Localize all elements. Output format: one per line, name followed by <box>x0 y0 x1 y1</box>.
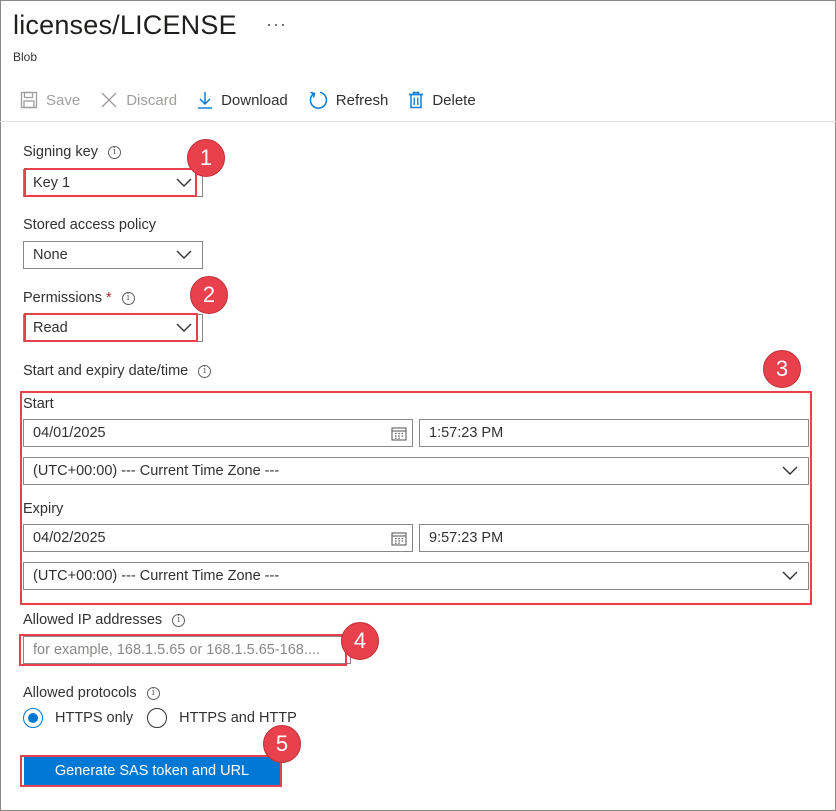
info-icon[interactable]: i <box>198 364 212 378</box>
expiry-date-value: 04/02/2025 <box>33 530 106 546</box>
chevron-down-icon <box>782 466 798 475</box>
callout-badge-2: 2 <box>190 276 228 314</box>
start-time-input[interactable]: 1:57:23 PM <box>419 419 809 447</box>
radio-https-only[interactable] <box>23 708 43 728</box>
info-icon[interactable]: i <box>121 291 135 305</box>
start-date-value: 04/01/2025 <box>33 425 106 441</box>
callout-badge-5: 5 <box>263 725 301 763</box>
calendar-icon[interactable] <box>391 531 407 546</box>
expiry-time-input[interactable]: 9:57:23 PM <box>419 524 809 552</box>
radio-https-only-label[interactable]: HTTPS only <box>55 710 133 726</box>
callout-badge-1: 1 <box>187 139 225 177</box>
info-icon[interactable]: i <box>146 686 160 700</box>
trash-icon <box>409 91 424 109</box>
start-time-value: 1:57:23 PM <box>429 425 504 441</box>
delete-label: Delete <box>432 91 476 109</box>
download-icon <box>198 92 213 109</box>
start-timezone-dropdown[interactable]: (UTC+00:00) --- Current Time Zone --- <box>23 457 809 485</box>
permissions-value: Read <box>33 320 68 336</box>
start-date-input[interactable]: 04/01/2025 <box>23 419 413 447</box>
signing-key-label: Signing key i <box>23 144 121 160</box>
allowed-ip-label-text: Allowed IP addresses <box>23 612 163 628</box>
callout-badge-3: 3 <box>763 350 801 388</box>
chevron-down-icon <box>176 323 192 332</box>
refresh-button[interactable]: Refresh <box>308 90 389 110</box>
discard-button[interactable]: Discard <box>100 91 177 109</box>
download-label: Download <box>221 91 288 109</box>
chevron-down-icon <box>782 571 798 580</box>
page-subtitle: Blob <box>13 50 38 64</box>
start-timezone-value: (UTC+00:00) --- Current Time Zone --- <box>33 463 280 479</box>
datetime-label: Start and expiry date/time i <box>23 363 212 379</box>
radio-https-and-http[interactable] <box>147 708 168 728</box>
refresh-label: Refresh <box>335 91 389 109</box>
stored-policy-label: Stored access policy <box>23 217 156 233</box>
signing-key-label-text: Signing key <box>23 144 98 160</box>
protocols-label: Allowed protocols i <box>23 685 160 701</box>
expiry-date-input[interactable]: 04/02/2025 <box>23 524 413 552</box>
toolbar: Save Discard Download Refresh Delete <box>20 86 496 114</box>
radio-selected-dot <box>28 713 38 723</box>
save-icon <box>20 91 38 109</box>
download-button[interactable]: Download <box>197 91 288 109</box>
permissions-label: Permissions * i <box>23 290 135 306</box>
discard-label: Discard <box>126 91 178 109</box>
delete-button[interactable]: Delete <box>408 91 476 109</box>
allowed-ip-label: Allowed IP addresses i <box>23 612 186 628</box>
save-label: Save <box>46 91 81 109</box>
permissions-label-text: Permissions <box>23 290 102 306</box>
radio-https-and-http-label[interactable]: HTTPS and HTTP <box>179 710 297 726</box>
expiry-time-value: 9:57:23 PM <box>429 530 504 546</box>
expiry-timezone-value: (UTC+00:00) --- Current Time Zone --- <box>33 568 280 584</box>
protocols-label-text: Allowed protocols <box>23 685 137 701</box>
close-icon <box>101 92 117 108</box>
info-icon[interactable]: i <box>107 145 121 159</box>
protocols-radio-group: HTTPS only HTTPS and HTTP <box>23 708 297 728</box>
save-button[interactable]: Save <box>20 91 80 109</box>
stored-policy-label-text: Stored access policy <box>23 217 156 233</box>
callout-badge-4: 4 <box>341 622 379 660</box>
refresh-icon <box>309 91 327 109</box>
required-marker: * <box>105 290 112 306</box>
page-title: licenses/LICENSE <box>13 10 237 40</box>
toolbar-divider <box>0 121 836 122</box>
signing-key-dropdown[interactable]: Key 1 <box>23 169 203 197</box>
expiry-label-text: Expiry <box>23 501 64 517</box>
more-options-button[interactable]: ··· <box>266 14 287 35</box>
stored-policy-dropdown[interactable]: None <box>23 241 203 269</box>
generate-sas-button[interactable]: Generate SAS token and URL <box>24 757 280 785</box>
stored-policy-value: None <box>33 247 68 263</box>
start-label-text: Start <box>23 396 54 412</box>
info-icon[interactable]: i <box>172 613 186 627</box>
allowed-ip-placeholder: for example, 168.1.5.65 or 168.1.5.65-16… <box>33 642 320 658</box>
start-label: Start <box>23 396 54 412</box>
allowed-ip-input[interactable]: for example, 168.1.5.65 or 168.1.5.65-16… <box>23 636 351 664</box>
datetime-label-text: Start and expiry date/time <box>23 363 189 379</box>
expiry-timezone-dropdown[interactable]: (UTC+00:00) --- Current Time Zone --- <box>23 562 809 590</box>
calendar-icon[interactable] <box>391 426 407 441</box>
chevron-down-icon <box>176 178 192 187</box>
signing-key-value: Key 1 <box>33 175 71 191</box>
chevron-down-icon <box>176 250 192 259</box>
expiry-label: Expiry <box>23 501 63 517</box>
permissions-dropdown[interactable]: Read <box>23 314 203 342</box>
